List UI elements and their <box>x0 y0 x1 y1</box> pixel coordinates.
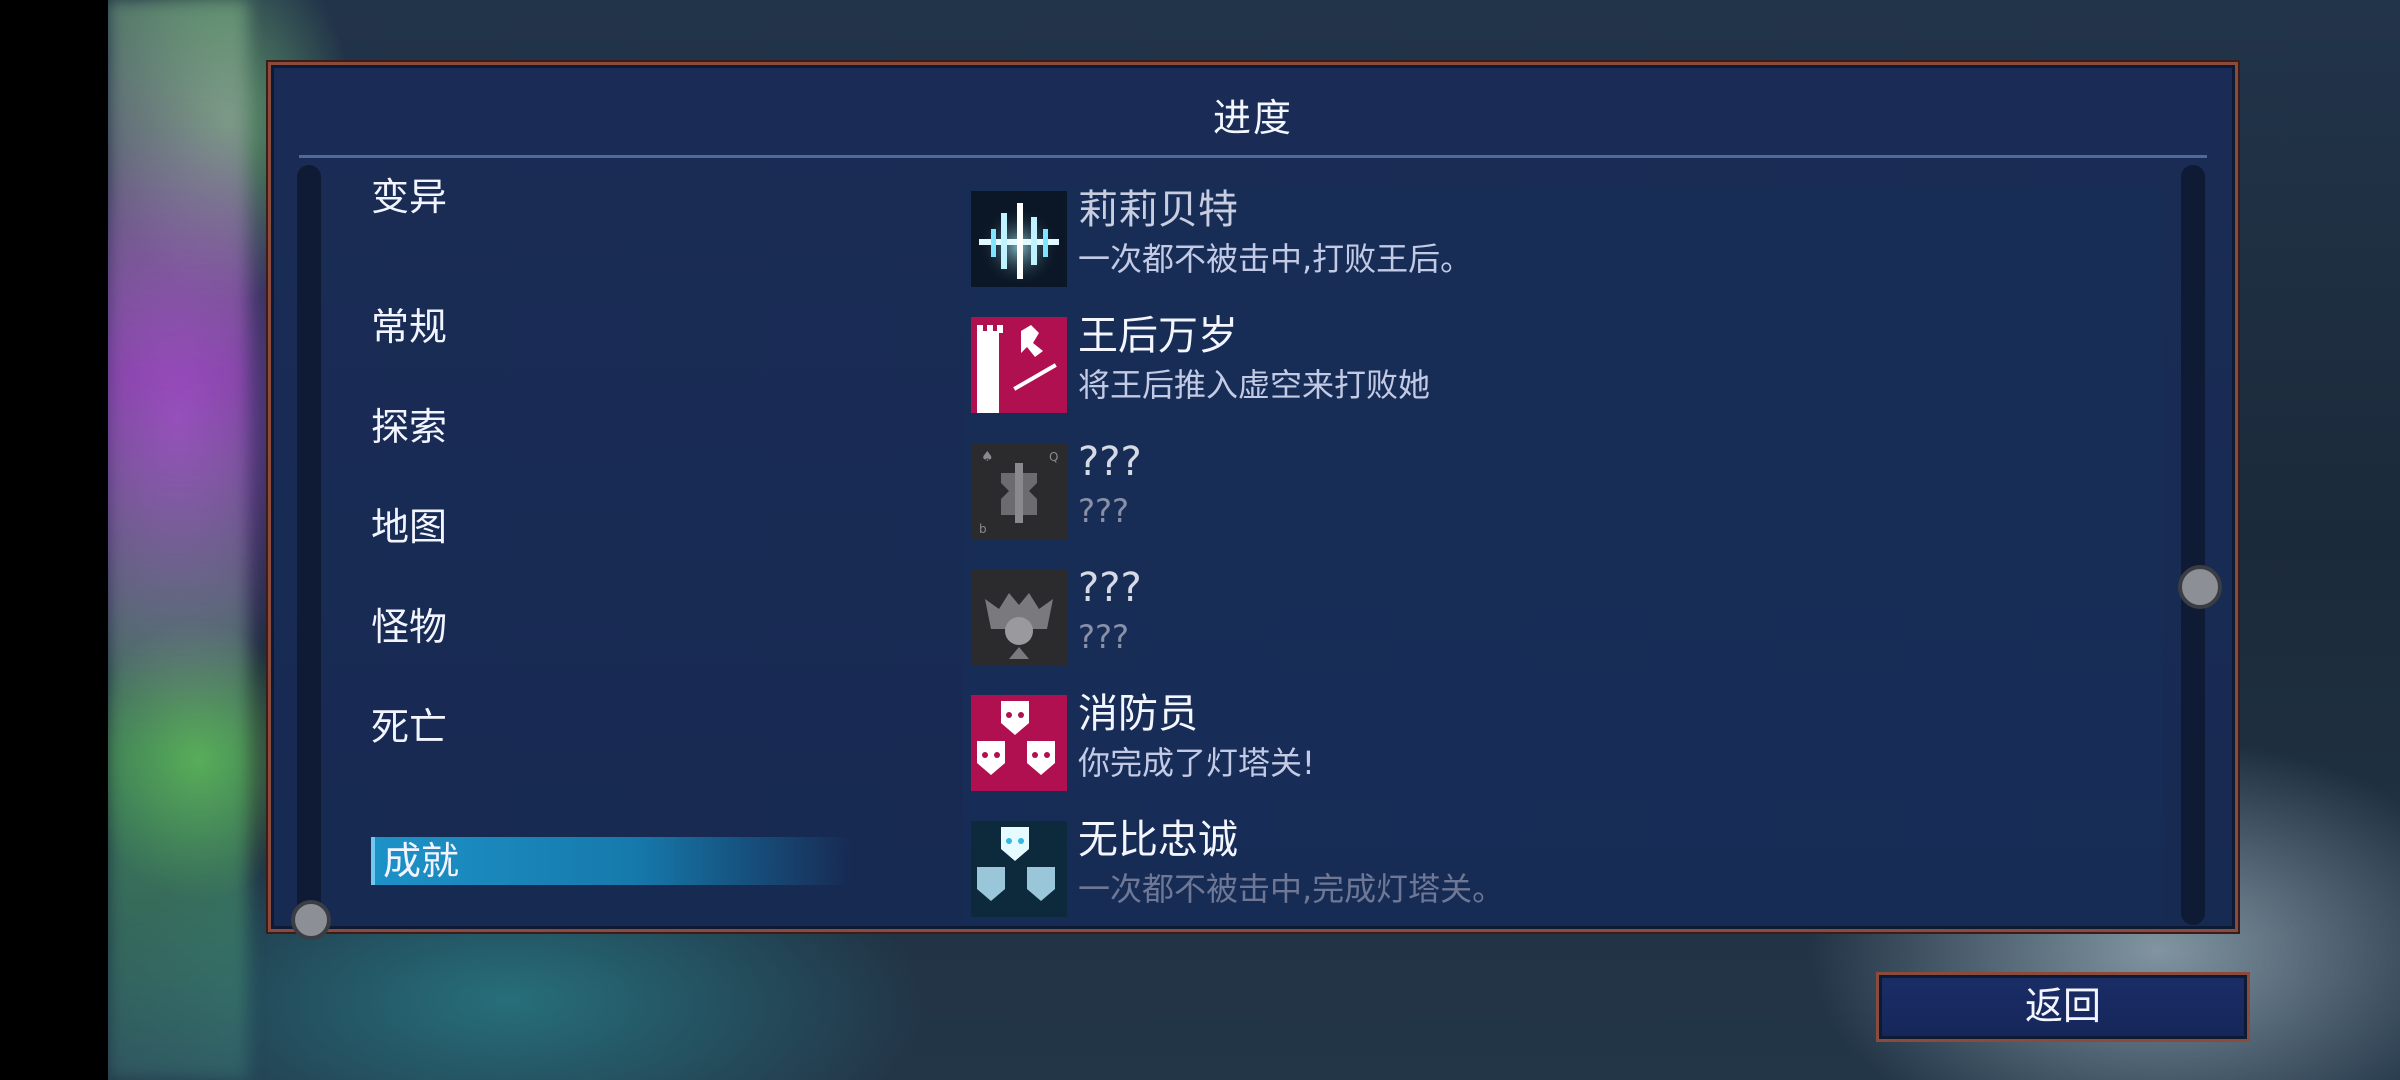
magenta-tower-queen-icon <box>971 317 1067 413</box>
category-deaths[interactable]: 死亡 <box>371 703 447 751</box>
blue-masks-icon <box>971 821 1067 917</box>
svg-text:Q: Q <box>1049 450 1058 464</box>
svg-text:b: b <box>979 522 987 536</box>
category-mutations[interactable]: 变异 <box>371 173 447 221</box>
progress-panel: 进度 变异 常规 探索 地图 怪物 死亡 成就 莉莉贝特 一次都不被击中,打败王… <box>268 62 2238 940</box>
achievement-item[interactable]: 消防员 你完成了灯塔关! <box>963 689 2163 793</box>
achievement-name: 莉莉贝特 <box>1078 187 1238 233</box>
achievement-name: 王后万岁 <box>1078 313 1238 359</box>
blue-sound-wave-icon <box>971 191 1067 287</box>
achievement-name: 消防员 <box>1078 691 1198 737</box>
achievement-name: ??? <box>1078 565 1142 611</box>
category-monsters[interactable]: 怪物 <box>371 603 447 651</box>
locked-queen-card-icon: ♠ Q b <box>971 443 1067 539</box>
magenta-masks-icon <box>971 695 1067 791</box>
achievement-name: 无比忠诚 <box>1078 817 1238 863</box>
category-exploration[interactable]: 探索 <box>371 403 447 451</box>
achievement-description: ??? <box>1078 618 1129 656</box>
achievement-item[interactable]: ??? ??? <box>963 563 2163 667</box>
achievement-name: ??? <box>1078 439 1142 485</box>
achievement-item[interactable]: 莉莉贝特 一次都不被击中,打败王后。 <box>963 185 2163 289</box>
achievement-description: ??? <box>1078 492 1129 530</box>
achievement-list: 莉莉贝特 一次都不被击中,打败王后。 王后万岁 将王后推入虚空来打败她 ♠ Q … <box>963 185 2163 923</box>
category-list: 变异 常规 探索 地图 怪物 死亡 成就 <box>271 65 871 929</box>
category-map[interactable]: 地图 <box>371 503 447 551</box>
achievement-scrollbar-track[interactable] <box>2181 165 2205 925</box>
category-scrollbar-knob[interactable] <box>291 900 331 940</box>
achievement-description: 将王后推入虚空来打败她 <box>1078 366 1431 404</box>
achievement-scrollbar-knob[interactable] <box>2178 565 2222 609</box>
achievement-item[interactable]: 王后万岁 将王后推入虚空来打败她 <box>963 311 2163 415</box>
locked-crown-crest-icon <box>971 569 1067 665</box>
return-button[interactable]: 返回 <box>1876 972 2250 1042</box>
achievement-item[interactable]: 无比忠诚 一次都不被击中,完成灯塔关。 <box>963 815 2163 919</box>
svg-text:♠: ♠ <box>981 449 994 465</box>
achievement-description: 你完成了灯塔关! <box>1078 744 1315 782</box>
achievement-item[interactable]: ♠ Q b ??? ??? <box>963 437 2163 541</box>
category-achievements[interactable]: 成就 <box>371 837 459 885</box>
achievement-description: 一次都不被击中,完成灯塔关。 <box>1078 870 1505 908</box>
category-general[interactable]: 常规 <box>371 303 447 351</box>
achievement-description: 一次都不被击中,打败王后。 <box>1078 240 1473 278</box>
